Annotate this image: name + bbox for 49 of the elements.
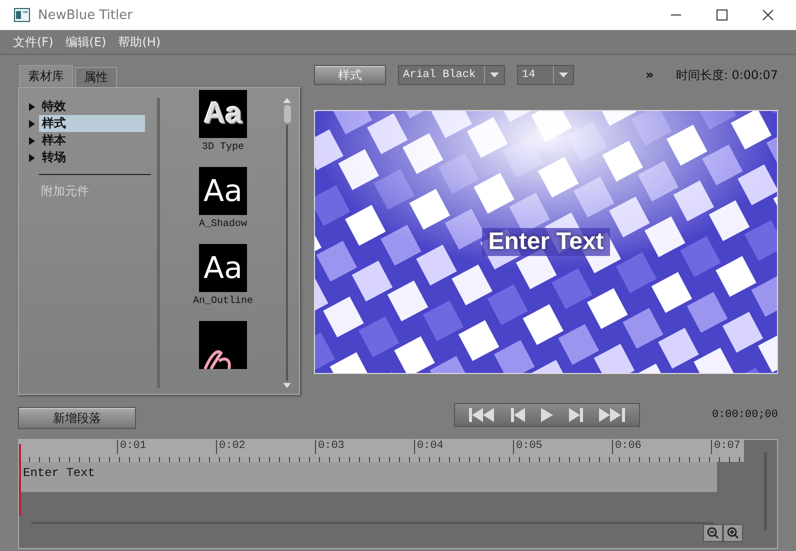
skip-to-start-icon[interactable] xyxy=(469,408,495,422)
add-paragraph-button[interactable]: 新增段落 xyxy=(18,407,136,429)
menu-item[interactable]: 编辑(E) xyxy=(65,34,106,50)
tab[interactable]: 素材库 xyxy=(19,65,73,87)
ruler-label: 0:04 xyxy=(414,440,513,454)
expand-arrow-icon[interactable] xyxy=(29,120,35,128)
font-dropdown[interactable]: Arial Black xyxy=(398,65,505,85)
menu-item[interactable]: 帮助(H) xyxy=(118,34,161,50)
close-icon[interactable] xyxy=(762,9,774,21)
ruler-label: 0:05 xyxy=(513,440,612,454)
thumbnail-label: 3D Type xyxy=(202,142,244,153)
ruler-label: 0:06 xyxy=(612,440,711,454)
addons-label: 附加元件 xyxy=(40,183,90,200)
zoom-out-icon[interactable] xyxy=(703,524,723,542)
thumbnail-label: An_Outline xyxy=(192,296,253,307)
tab[interactable]: 属性 xyxy=(75,67,117,87)
ruler-label: 0:03 xyxy=(315,440,414,454)
tree-item[interactable]: 样式 xyxy=(39,115,145,132)
text-clip[interactable]: Enter Text xyxy=(19,462,717,492)
scroll-thumb[interactable] xyxy=(284,105,290,123)
style-button[interactable]: 样式 xyxy=(314,65,386,85)
timecode: 0:00:00;00 xyxy=(712,409,778,421)
style-thumbnail[interactable]: Aa xyxy=(199,90,247,138)
script-style-thumbnail[interactable] xyxy=(199,321,247,369)
more-button[interactable]: » xyxy=(645,68,654,82)
step-forward-icon[interactable] xyxy=(569,408,583,422)
style-thumbnail[interactable]: Aa xyxy=(199,244,247,292)
window-title: NewBlue Titler xyxy=(38,8,132,22)
style-thumbnail[interactable]: Aa xyxy=(199,167,247,215)
expand-arrow-icon[interactable] xyxy=(29,102,35,110)
ruler-label: 0:01 xyxy=(117,440,216,454)
scroll-down-arrow-icon[interactable] xyxy=(283,383,291,388)
skip-to-end-icon[interactable] xyxy=(599,408,625,422)
preview-text[interactable]: Enter Text xyxy=(482,228,610,256)
app-icon xyxy=(14,8,30,22)
expand-arrow-icon[interactable] xyxy=(29,136,35,144)
tree-item[interactable]: 特效 xyxy=(39,98,145,115)
menu-item[interactable]: 文件(F) xyxy=(13,34,54,50)
play-icon[interactable] xyxy=(541,408,553,422)
ruler-label: 0:02 xyxy=(216,440,315,454)
maximize-icon[interactable] xyxy=(716,9,728,21)
tree-item[interactable]: 样本 xyxy=(39,132,145,149)
size-dropdown[interactable]: 14 xyxy=(517,65,574,85)
expand-arrow-icon[interactable] xyxy=(29,154,35,162)
duration-label: 时间长度: 0:00:07 xyxy=(676,66,778,84)
step-back-icon[interactable] xyxy=(511,408,525,422)
thumbnail-label: A_Shadow xyxy=(198,219,247,230)
zoom-in-icon[interactable] xyxy=(723,524,743,542)
tree-item[interactable]: 转场 xyxy=(39,149,145,166)
